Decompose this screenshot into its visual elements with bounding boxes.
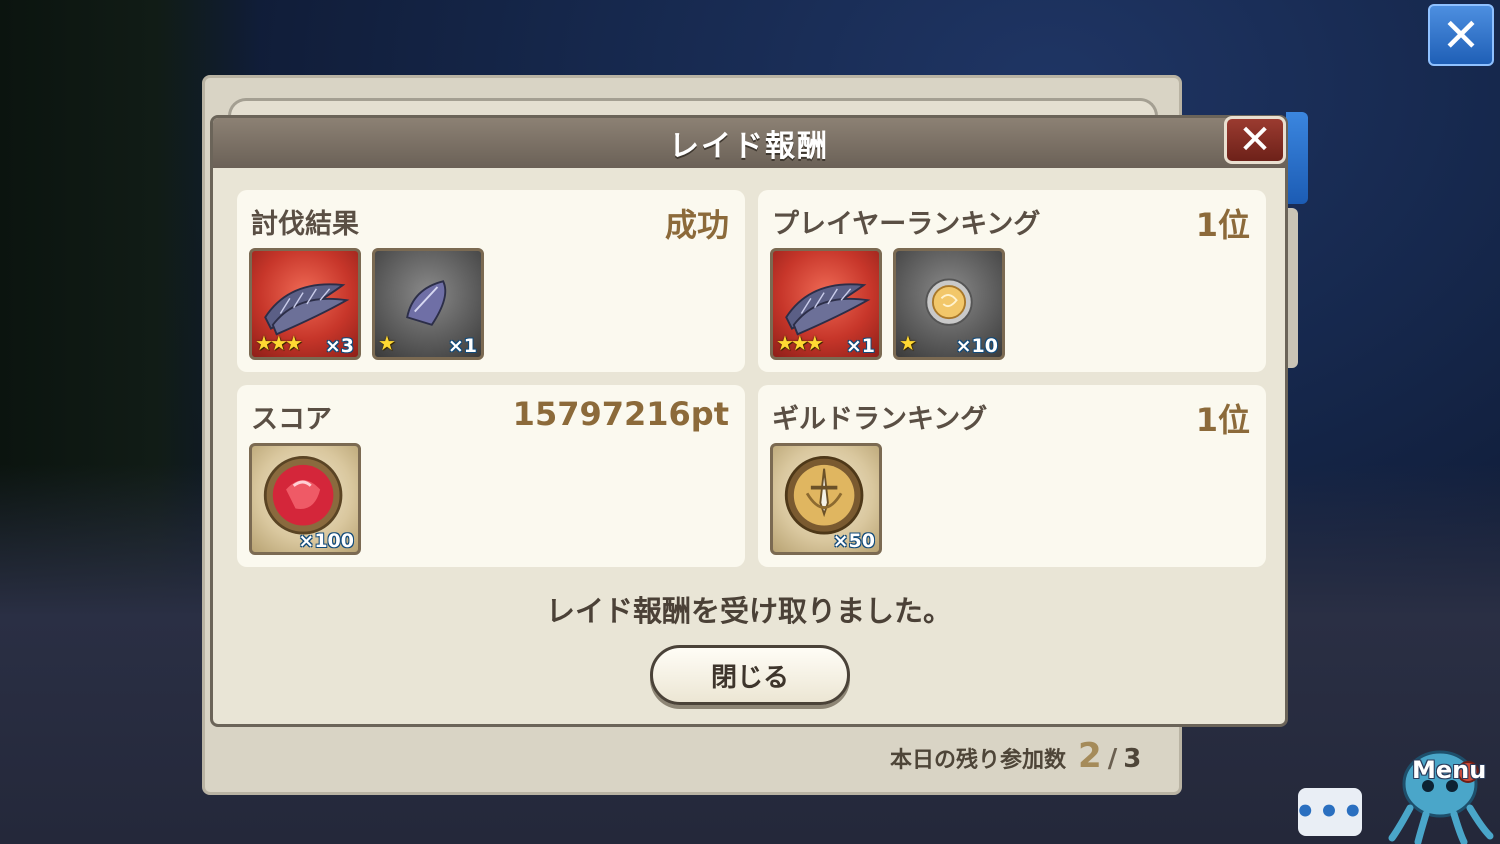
reward-item[interactable]: ×50	[770, 443, 882, 555]
score-value: 15797216pt	[512, 395, 729, 433]
player-ranking-value: 1位	[1195, 206, 1250, 244]
guild-ranking-card: ギルドランキング 1位 ×50	[758, 385, 1266, 567]
remaining-label: 本日の残り参加数	[890, 748, 1067, 773]
player-ranking-title: プレイヤーランキング	[772, 209, 1041, 240]
item-quantity: ×3	[324, 335, 354, 357]
reward-received-message: レイド報酬を受け取りました。	[545, 594, 952, 628]
chat-button[interactable]: •••	[1294, 788, 1364, 836]
reward-item[interactable]: ★ ×1	[372, 248, 484, 360]
remaining-total: 3	[1123, 744, 1142, 774]
result-card: 討伐結果 成功 ★★★ ×3 ★ ×1	[237, 190, 745, 372]
menu-mascot-icon[interactable]	[1384, 738, 1494, 844]
reward-item[interactable]: ★★★ ×3	[249, 248, 361, 360]
reward-item[interactable]: ★★★ ×1	[770, 248, 882, 360]
rarity-stars: ★★★	[255, 331, 303, 355]
guild-ranking-value: 1位	[1195, 401, 1250, 439]
item-quantity: ×1	[845, 335, 875, 357]
score-card: スコア 15797216pt ×100	[237, 385, 745, 567]
item-quantity: ×50	[832, 530, 875, 552]
result-items: ★★★ ×3 ★ ×1	[249, 248, 484, 360]
item-quantity: ×100	[298, 530, 354, 552]
player-ranking-card: プレイヤーランキング 1位 ★★★ ×1 ★ ×10	[758, 190, 1266, 372]
reward-item[interactable]: ★ ×10	[893, 248, 1005, 360]
result-value: 成功	[664, 206, 729, 244]
side-tab-blue[interactable]	[1286, 112, 1308, 204]
close-icon: ✕	[1441, 8, 1481, 62]
score-title: スコア	[251, 404, 332, 435]
rarity-stars: ★★★	[776, 331, 824, 355]
raid-reward-dialog: レイド報酬 討伐結果 成功 ★★★ ×3 ★ ×1 プレイヤーランキング 1位 …	[210, 115, 1288, 727]
dialog-title: レイド報酬	[669, 129, 829, 164]
reward-item[interactable]: ×100	[249, 443, 361, 555]
chat-icon: •••	[1294, 792, 1366, 832]
close-button[interactable]: 閉じる	[650, 645, 850, 705]
rarity-stars: ★	[899, 331, 917, 355]
item-quantity: ×10	[955, 335, 998, 357]
result-title: 討伐結果	[251, 209, 359, 240]
dialog-header: レイド報酬	[213, 118, 1285, 168]
rarity-stars: ★	[378, 331, 396, 355]
close-icon: ✕	[1238, 117, 1272, 163]
player-ranking-items: ★★★ ×1 ★ ×10	[770, 248, 1005, 360]
guild-ranking-title: ギルドランキング	[772, 404, 988, 435]
remaining-participations: 本日の残り参加数 2 / 3	[890, 736, 1160, 776]
guild-ranking-items: ×50	[770, 443, 882, 555]
dialog-close-button[interactable]: ✕	[1224, 116, 1286, 164]
screen-close-button[interactable]: ✕	[1428, 4, 1494, 66]
item-quantity: ×1	[447, 335, 477, 357]
score-items: ×100	[249, 443, 361, 555]
menu-label[interactable]: Menu	[1412, 756, 1486, 784]
remaining-current: 2	[1078, 736, 1102, 776]
remaining-slash: /	[1107, 744, 1118, 774]
